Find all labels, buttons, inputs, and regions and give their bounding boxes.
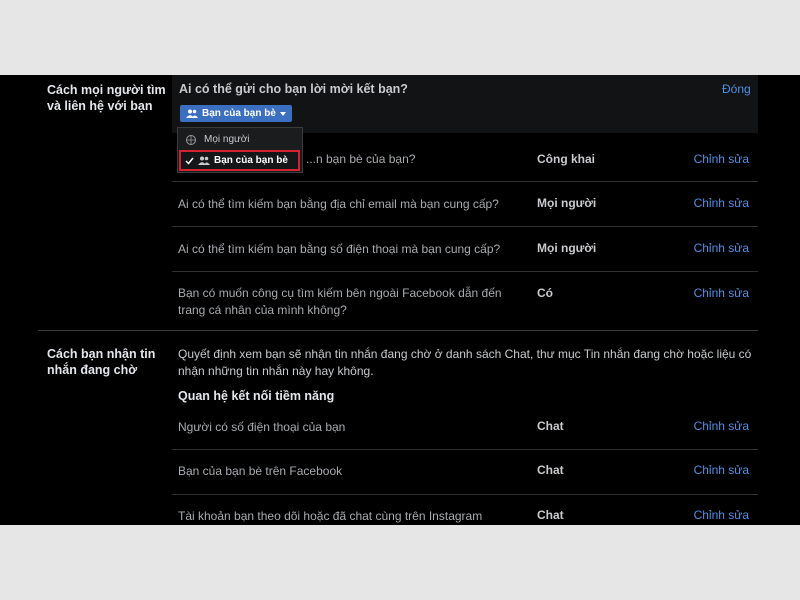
subheading-potential-connections: Quan hệ kết nối tiềm năng <box>178 389 335 403</box>
edit-link[interactable]: Chỉnh sửa <box>694 508 749 522</box>
section-title-find-contact: Cách mọi người tìm và liên hệ với bạn <box>47 83 166 113</box>
edit-link[interactable]: Chỉnh sửa <box>694 152 749 166</box>
friends-icon <box>186 109 198 118</box>
section-description: Quyết định xem bạn sẽ nhận tin nhắn đang… <box>178 347 752 378</box>
row-question: Ai có thể tìm kiếm bạn bằng số điện thoạ… <box>178 242 501 256</box>
edit-link[interactable]: Chỉnh sửa <box>694 463 749 477</box>
row-value: Công khai <box>537 152 596 166</box>
edit-link[interactable]: Chỉnh sửa <box>694 419 749 433</box>
row-value: Mọi người <box>537 241 597 255</box>
panel-question: Ai có thể gửi cho bạn lời mời kết bạn? <box>179 82 408 96</box>
settings-row: Ai có thể tìm kiếm bạn bằng số điện thoạ… <box>172 227 758 272</box>
settings-row: Bạn có muốn công cụ tìm kiếm bên ngoài F… <box>172 272 758 324</box>
row-value: Có <box>537 286 553 300</box>
row-value: Chat <box>537 463 564 477</box>
row-question: Bạn của bạn bè trên Facebook <box>178 464 343 478</box>
caret-down-icon <box>279 111 286 116</box>
row-question: Bạn có muốn công cụ tìm kiếm bên ngoài F… <box>178 286 502 317</box>
row-question: ...n bạn bè của bạn? <box>306 152 416 166</box>
row-question: Tài khoản bạn theo dõi hoặc đã chat cùng… <box>178 509 483 523</box>
row-question: Người có số điện thoại của bạn <box>178 420 346 434</box>
settings-row: Ai có thể tìm kiếm bạn bằng địa chỉ emai… <box>172 182 758 227</box>
settings-row: Bạn của bạn bè trên Facebook Chat Chỉnh … <box>172 450 758 495</box>
audience-select-label: Bạn của bạn bè <box>202 108 276 119</box>
settings-screen: Cách mọi người tìm và liên hệ với bạn Ai… <box>0 75 800 525</box>
row-value: Chat <box>537 419 564 433</box>
settings-row: Tài khoản bạn theo dõi hoặc đã chat cùng… <box>172 495 758 525</box>
settings-row: ...n bạn bè của bạn? Công khai Chỉnh sửa <box>172 137 758 182</box>
row-value: Mọi người <box>537 196 597 210</box>
row-value: Chat <box>537 508 564 522</box>
audience-select-button[interactable]: Bạn của bạn bè <box>180 105 292 122</box>
close-button[interactable]: Đóng <box>722 82 751 96</box>
settings-row: Người có số điện thoại của bạn Chat Chỉn… <box>172 407 758 450</box>
edit-link[interactable]: Chỉnh sửa <box>694 286 749 300</box>
row-question: Ai có thể tìm kiếm bạn bằng địa chỉ emai… <box>178 197 499 211</box>
section-title-pending-messages: Cách bạn nhận tin nhắn đang chờ <box>47 347 156 377</box>
section-divider <box>38 330 758 331</box>
edit-link[interactable]: Chỉnh sửa <box>694 196 749 210</box>
edit-link[interactable]: Chỉnh sửa <box>694 241 749 255</box>
